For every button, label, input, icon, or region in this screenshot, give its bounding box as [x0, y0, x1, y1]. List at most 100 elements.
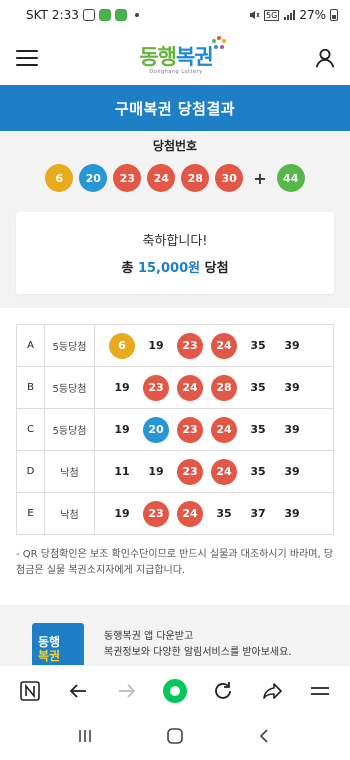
winning-ball: 24: [147, 164, 176, 192]
home-icon[interactable]: [166, 727, 184, 749]
winning-ball: 6: [45, 164, 74, 192]
promo-line: 동행복권 앱 다운받고: [104, 631, 194, 642]
ticket-row: E 낙첨 19 23 24 35 37 39: [16, 492, 334, 535]
ticket-row: C 5등당첨 19 20 23 24 35 39: [16, 408, 334, 451]
ticket-number-hit: 23: [177, 332, 203, 359]
ticket-number: 39: [284, 465, 300, 478]
plus-sign: +: [253, 168, 267, 188]
winning-balls: 6 20 23 24 28 30 +44: [16, 164, 334, 192]
rank-label: 5등당첨: [44, 408, 95, 451]
carrier-label: SKT: [26, 8, 48, 22]
result-card: 축하합니다! 총 15,000원 당첨: [16, 212, 334, 294]
gallery-icon: [82, 9, 95, 21]
logo-text-part: 동행: [139, 44, 177, 69]
rank-label: 5등당첨: [44, 324, 95, 367]
ticket-number: 39: [284, 423, 300, 436]
winning-ball: 20: [79, 164, 108, 192]
ticket-number-hit: 23: [143, 374, 169, 401]
ticket-section: A 5등당첨 6 19 23 24 35 39 B 5등당첨 19 23 24 28 35 39 C 5등당첨 19…: [0, 308, 350, 535]
app-notification-icon: [114, 9, 127, 21]
promo-text: 동행복권 앱 다운받고 복권정보와 다양한 알림서비스를 받아보세요.: [104, 623, 292, 661]
browser-toolbar: [0, 665, 350, 715]
ticket-number-hit: 28: [211, 374, 237, 401]
ticket-table: A 5등당첨 6 19 23 24 35 39 B 5등당첨 19 23 24 28 35 39 C 5등당첨 19…: [16, 324, 334, 535]
signal-icon: [284, 10, 296, 20]
ticket-number: 35: [250, 423, 266, 436]
ticket-number: 19: [114, 381, 130, 394]
ticket-number: 35: [250, 465, 266, 478]
game-label: B: [16, 366, 45, 409]
winning-ball: 30: [215, 164, 244, 192]
home-green-icon[interactable]: [160, 676, 190, 706]
page-title: 구매복권 당첨결과: [0, 85, 350, 131]
rank-label: 5등당첨: [44, 366, 95, 409]
ticket-number-hit: 24: [211, 416, 237, 443]
prize-text: 총 15,000원 당첨: [121, 257, 228, 276]
app-notification-icon: [98, 9, 111, 21]
ticket-number: 19: [148, 339, 164, 352]
rank-label: 낙첨: [44, 450, 95, 493]
ticket-row: A 5등당첨 6 19 23 24 35 39: [16, 324, 334, 367]
game-label: C: [16, 408, 45, 451]
promo-line: 복권정보와 다양한 알림서비스를 받아보세요.: [104, 647, 292, 658]
ticket-number: 19: [114, 423, 130, 436]
game-label: A: [16, 324, 45, 367]
mute-icon: [250, 11, 260, 19]
back-icon[interactable]: [63, 676, 93, 706]
rank-label: 낙첨: [44, 492, 95, 535]
status-right: 5G 27%: [248, 8, 338, 22]
battery-icon: [330, 9, 338, 21]
promo-logo: 동행 복권: [32, 623, 84, 665]
promo-logo-line: 동행: [38, 635, 61, 649]
forward-icon[interactable]: [112, 676, 142, 706]
ticket-numbers-cell: 19 23 24 28 35 39: [94, 366, 334, 409]
ticket-number: 19: [114, 507, 130, 520]
logo-text-part: 복권: [176, 44, 214, 69]
system-nav-bar: [0, 715, 350, 760]
refresh-icon[interactable]: [208, 676, 238, 706]
menu-icon[interactable]: [305, 676, 335, 706]
prize-prefix: 총: [121, 261, 134, 276]
ticket-number: 35: [250, 381, 266, 394]
winning-numbers-section: 당첨번호 6 20 23 24 28 30 +44 축하합니다! 총 15,000원 당첨: [0, 131, 350, 308]
ticket-number-hit: 24: [211, 332, 237, 359]
recent-apps-icon[interactable]: [76, 727, 94, 749]
promo-logo-line: 복권: [38, 649, 61, 663]
winning-numbers-label: 당첨번호: [152, 139, 198, 153]
winning-ball: 28: [181, 164, 210, 192]
hamburger-icon[interactable]: [16, 49, 38, 66]
ticket-number: 11: [114, 465, 130, 478]
congrats-text: 축하합니다!: [142, 234, 208, 249]
ticket-number-hit: 24: [177, 500, 203, 527]
user-icon[interactable]: [314, 47, 336, 69]
ticket-number-hit: 23: [143, 500, 169, 527]
ticket-number: 39: [284, 381, 300, 394]
status-left: SKT 2:33: [26, 8, 139, 22]
ticket-number-hit: 23: [177, 416, 203, 443]
ticket-numbers-cell: 11 19 23 24 35 39: [94, 450, 334, 493]
winning-ball: 23: [113, 164, 142, 192]
logo-subtitle: Donghang Lottery: [149, 68, 203, 75]
prize-suffix: 당첨: [204, 261, 229, 276]
app-logo[interactable]: 동행복권 Donghang Lottery: [139, 35, 226, 75]
ticket-number-hit: 6: [109, 332, 135, 359]
clock: 2:33: [51, 8, 79, 22]
share-icon[interactable]: [257, 676, 287, 706]
ticket-numbers-cell: 6 19 23 24 35 39: [94, 324, 334, 367]
ticket-row: B 5등당첨 19 23 24 28 35 39: [16, 366, 334, 409]
prize-amount: 15,000원: [137, 261, 201, 276]
ticket-number-hit: 20: [143, 416, 169, 443]
back-nav-icon[interactable]: [256, 727, 274, 749]
bonus-ball: 44: [276, 164, 305, 192]
naver-icon[interactable]: [15, 676, 45, 706]
more-notifications-icon: [134, 13, 139, 17]
ticket-numbers-cell: 19 20 23 24 35 39: [94, 408, 334, 451]
app-promo-banner[interactable]: 동행 복권 동행복권 앱 다운받고 복권정보와 다양한 알림서비스를 받아보세요…: [0, 605, 350, 665]
status-bar: SKT 2:33 5G 27%: [0, 0, 350, 30]
disclaimer-note: - QR 당첨확인은 보조 확인수단이므로 반드시 실물과 대조하시기 바라며,…: [16, 549, 334, 576]
ticket-number-hit: 23: [177, 458, 203, 485]
ticket-number: 39: [284, 507, 300, 520]
logo-text: 동행복권: [139, 41, 214, 71]
game-label: E: [16, 492, 45, 535]
battery-percent: 27%: [299, 8, 326, 22]
